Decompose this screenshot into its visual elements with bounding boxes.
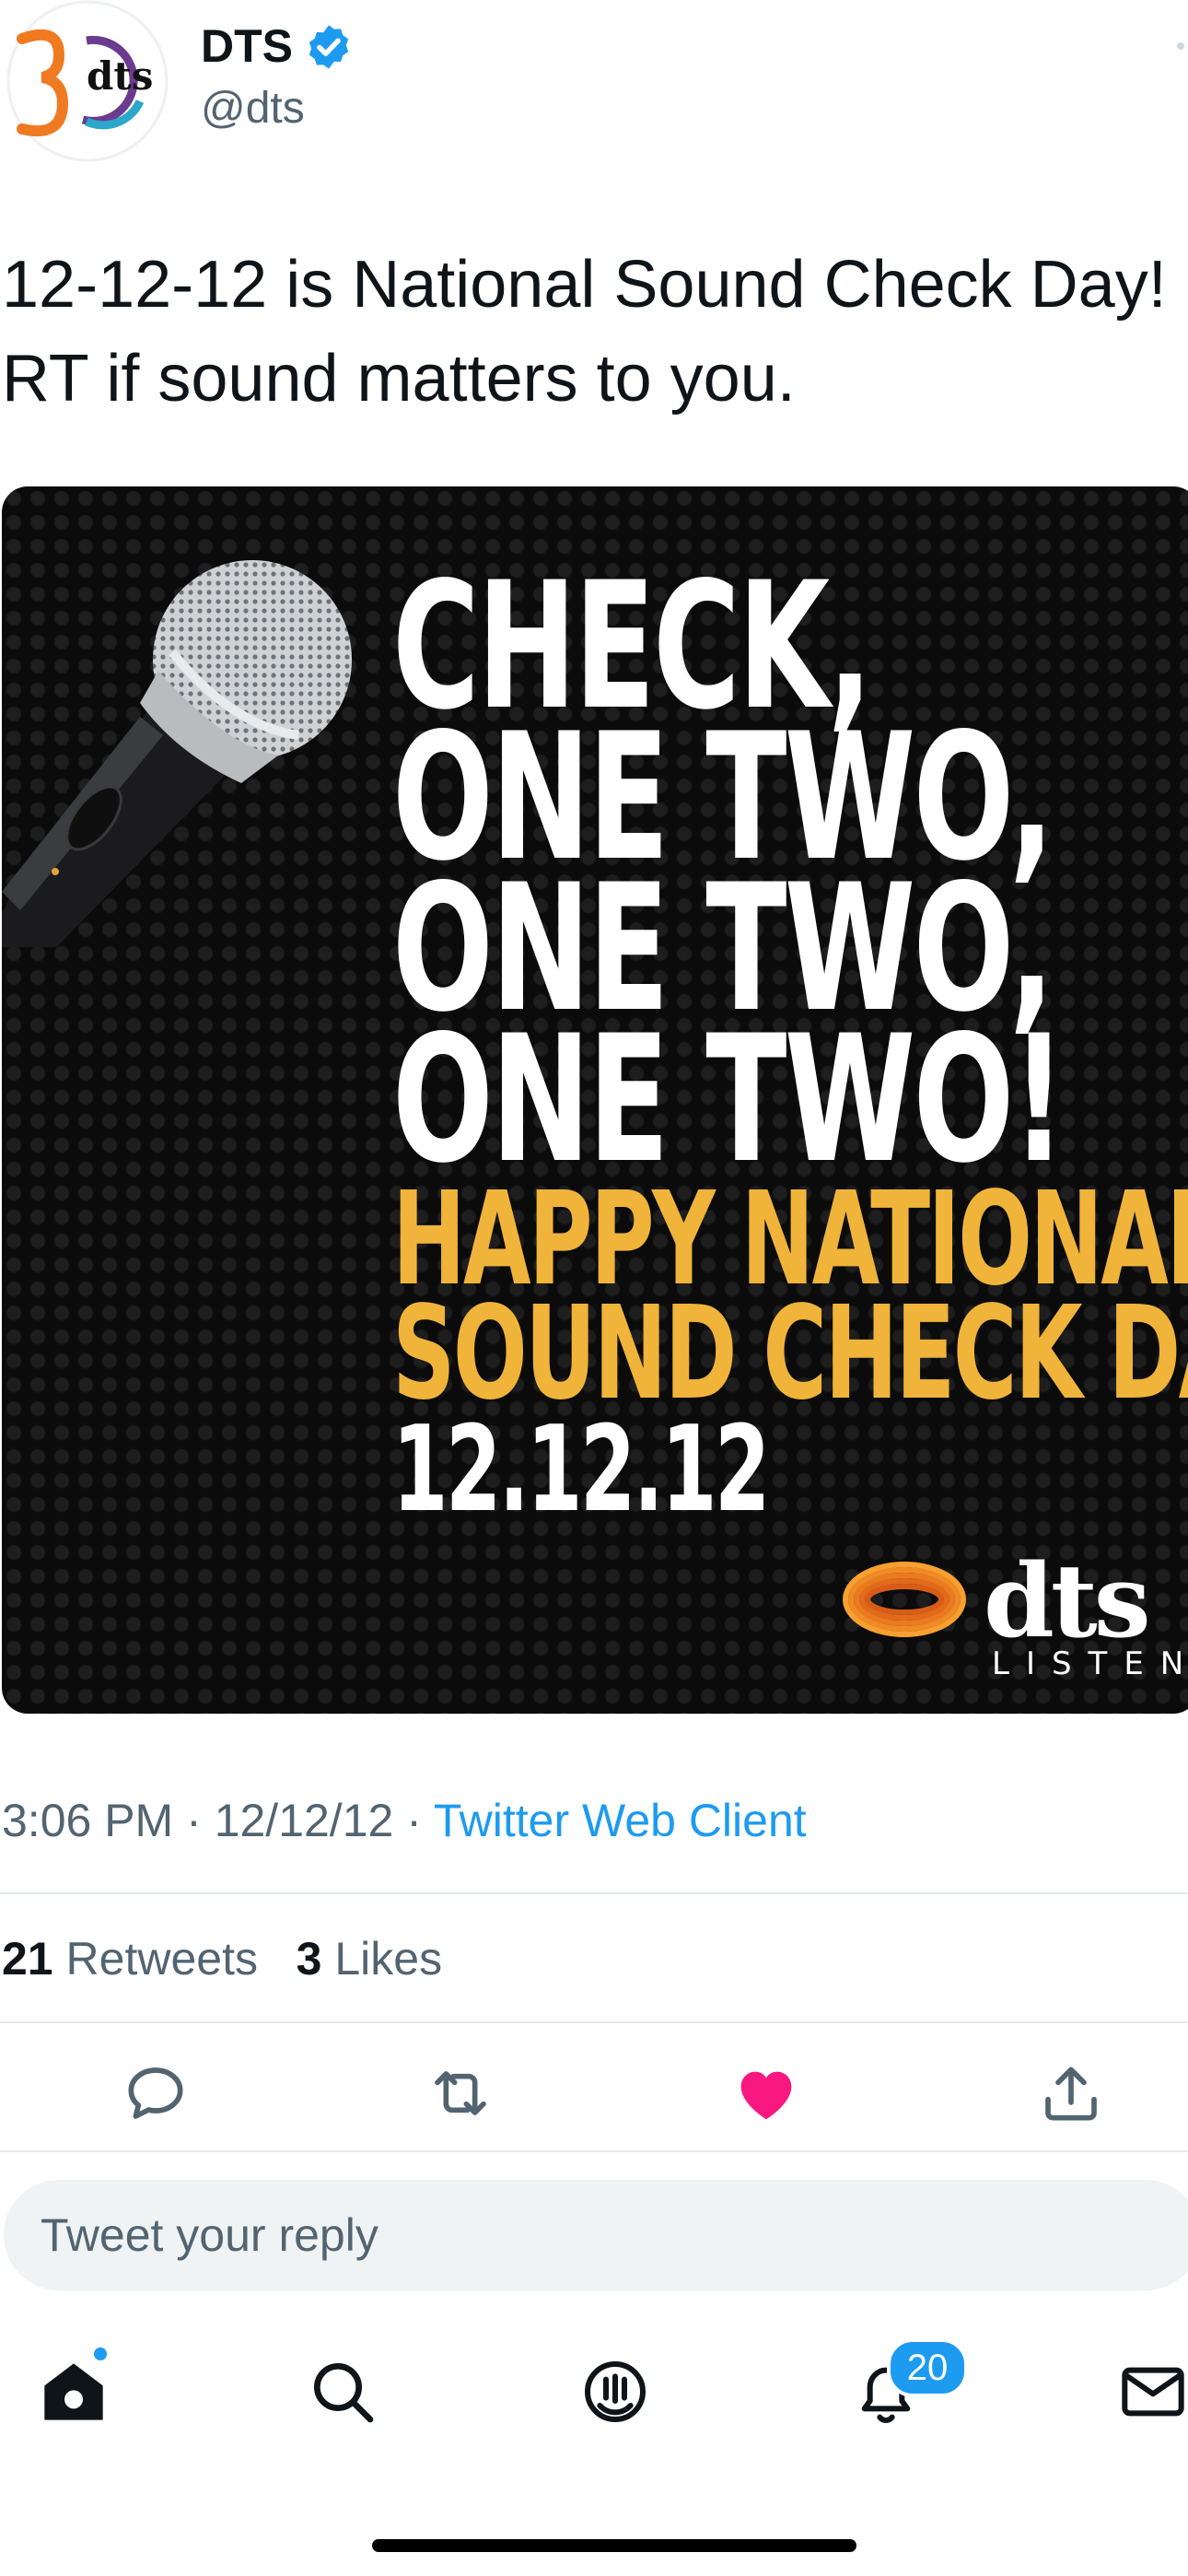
verified-badge-icon — [304, 22, 354, 72]
retweets-stat[interactable]: 21 Retweets — [2, 1933, 258, 1985]
tweet-text: 12-12-12 is National Sound Check Day! RT… — [2, 248, 1167, 416]
home-unread-dot — [94, 2348, 107, 2360]
avatar-logo-text: dts — [87, 53, 154, 99]
tweet-stats: 21 Retweets 3 Likes — [2, 1931, 442, 1986]
dts-tagline: LISTEN — [992, 1645, 1188, 1682]
dts-rings-logo-icon — [843, 1562, 966, 1637]
home-icon[interactable] — [37, 2355, 111, 2429]
poster-line-4: ONE TWO! — [392, 998, 1066, 1201]
tweet-date: 12/12/12 — [214, 1795, 394, 1846]
retweets-label: Retweets — [65, 1933, 258, 1985]
meta-separator: · — [406, 1795, 422, 1846]
home-indicator[interactable] — [372, 2539, 856, 2552]
likes-label: Likes — [334, 1933, 443, 1985]
microphone-icon — [2, 560, 352, 947]
tweet-media-image[interactable]: CHECK, ONE TWO, ONE TWO, ONE TWO! HAPPY … — [2, 486, 1188, 1714]
tweet-source-link[interactable]: Twitter Web Client — [434, 1795, 807, 1846]
retweets-count: 21 — [2, 1933, 53, 1985]
share-icon[interactable] — [1034, 2056, 1108, 2130]
author-name[interactable]: DTS — [201, 18, 293, 74]
divider — [0, 1892, 1188, 1894]
divider — [0, 2150, 1188, 2152]
avatar[interactable]: dts — [2, 0, 173, 162]
meta-separator: · — [186, 1795, 202, 1846]
more-options-icon[interactable] — [1177, 42, 1184, 50]
divider — [0, 2021, 1188, 2023]
reply-input[interactable]: Tweet your reply — [4, 2180, 1188, 2290]
search-icon[interactable] — [306, 2355, 379, 2429]
tweet-meta: 3:06 PM · 12/12/12 · Twitter Web Client — [2, 1793, 807, 1848]
poster-gold-line-2: SOUND CHECK DAY! — [392, 1279, 1188, 1429]
dts-wordmark: dts — [984, 1541, 1151, 1660]
author-handle[interactable]: @dts — [201, 81, 305, 136]
mail-icon[interactable] — [1116, 2355, 1188, 2429]
spaces-icon[interactable] — [578, 2355, 652, 2429]
notifications-badge: 20 — [887, 2338, 968, 2397]
reply-placeholder: Tweet your reply — [41, 2209, 379, 2261]
poster-date: 12.12.12 — [392, 1401, 770, 1539]
likes-stat[interactable]: 3 Likes — [297, 1933, 442, 1985]
heart-icon[interactable] — [729, 2056, 803, 2130]
reply-icon[interactable] — [119, 2056, 192, 2130]
likes-count: 3 — [296, 1933, 322, 1985]
tweet-time: 3:06 PM — [2, 1795, 174, 1846]
retweet-icon[interactable] — [424, 2056, 497, 2130]
